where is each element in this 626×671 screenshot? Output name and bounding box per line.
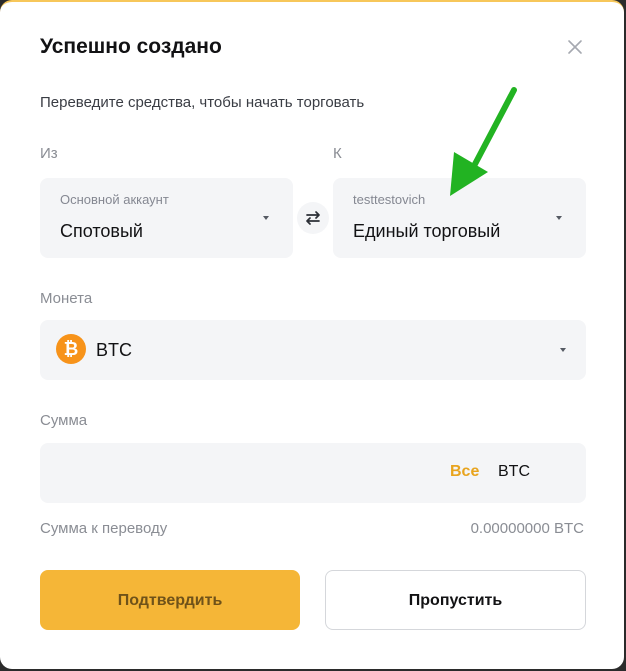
to-account-caption: testtestovich	[353, 192, 426, 207]
to-account-value: Единый торговый	[353, 221, 501, 241]
from-account-select[interactable]: Основной аккаунт Спотовый	[40, 178, 293, 258]
amount-label: Сумма	[40, 412, 88, 429]
transfer-amount-value: 0.00000000 BTC	[470, 520, 584, 537]
to-label: К	[333, 145, 342, 162]
chevron-down-icon	[263, 216, 269, 220]
coin-value: BTC	[96, 340, 132, 360]
close-icon[interactable]	[563, 35, 587, 59]
transfer-dialog: Успешно создано Переведите средства, что…	[0, 0, 624, 669]
green-arrow-icon	[450, 87, 517, 196]
swap-accounts-button[interactable]	[297, 202, 329, 234]
swap-icon	[306, 211, 320, 225]
amount-currency: BTC	[498, 463, 530, 480]
confirm-button[interactable]: Подтвердить	[40, 570, 300, 630]
close-icon-graphic	[568, 40, 582, 54]
from-label: Из	[40, 145, 58, 162]
from-account-caption: Основной аккаунт	[60, 192, 169, 207]
dialog-subtitle: Переведите средства, чтобы начать торгов…	[40, 94, 365, 111]
coin-label: Монета	[40, 290, 93, 307]
amount-input[interactable]	[56, 457, 440, 489]
chevron-down-icon	[560, 348, 566, 352]
all-button[interactable]: Все	[450, 463, 479, 481]
from-account-value: Спотовый	[60, 221, 143, 241]
skip-button[interactable]: Пропустить	[325, 570, 586, 630]
transfer-amount-label: Сумма к переводу	[40, 520, 168, 537]
amount-field[interactable]: Все BTC	[40, 443, 586, 503]
bitcoin-icon: ₿	[56, 334, 86, 364]
chevron-down-icon	[556, 216, 562, 220]
coin-select[interactable]: ₿ BTC	[40, 320, 586, 380]
dialog-title: Успешно создано	[40, 35, 222, 58]
